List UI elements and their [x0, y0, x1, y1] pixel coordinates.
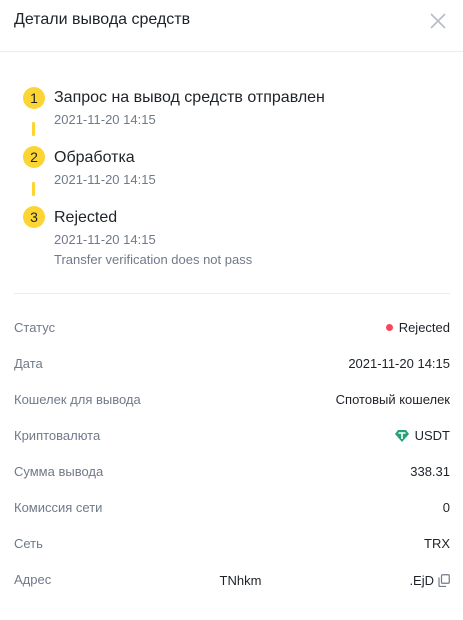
address-redacted	[265, 572, 406, 588]
step-2-time: 2021-11-20 14:15	[54, 172, 156, 187]
network-label: Сеть	[14, 536, 43, 551]
step-2-title: Обработка	[54, 149, 135, 166]
detail-row-date: Дата 2021-11-20 14:15	[14, 356, 450, 378]
amount-label: Сумма вывода	[14, 464, 104, 479]
detail-row-amount: Сумма вывода 338.31	[14, 464, 450, 486]
step-1-badge: 1	[23, 87, 45, 109]
divider	[14, 293, 450, 294]
date-label: Дата	[14, 356, 43, 371]
wallet-label: Кошелек для вывода	[14, 392, 141, 407]
step-1-title: Запрос на вывод средств отправлен	[54, 89, 325, 106]
status-label: Статус	[14, 320, 56, 335]
amount-value: 338.31	[410, 464, 450, 479]
step-3-badge: 3	[23, 206, 45, 228]
detail-row-network: Сеть TRX	[14, 536, 450, 558]
copy-icon[interactable]	[438, 573, 450, 587]
step-3-note: Transfer verification does not pass	[54, 252, 253, 267]
step-connector	[32, 182, 35, 196]
network-value: TRX	[424, 536, 450, 551]
detail-row-wallet: Кошелек для вывода Спотовый кошелек	[14, 392, 450, 414]
step-1-time: 2021-11-20 14:15	[54, 112, 156, 127]
step-3-title: Rejected	[54, 209, 118, 226]
address-value-end: .EjD	[409, 572, 434, 588]
status-dot-icon	[385, 324, 393, 331]
close-icon[interactable]	[428, 11, 448, 31]
tether-icon	[394, 429, 409, 442]
detail-row-address: Адрес TNhkm .EjD	[14, 572, 450, 594]
wallet-value: Спотовый кошелек	[335, 392, 450, 407]
detail-row-fee: Комиссия сети 0	[14, 500, 450, 522]
address-label: Адрес	[14, 572, 52, 587]
date-value: 2021-11-20 14:15	[348, 356, 450, 371]
crypto-label: Криптовалюта	[14, 428, 101, 443]
modal-header: Детали вывода средств	[0, 0, 463, 52]
address-value-start: TNhkm	[219, 572, 262, 588]
status-value: Rejected	[398, 320, 450, 335]
modal-title: Детали вывода средств	[14, 11, 191, 28]
step-connector	[32, 122, 35, 136]
fee-value: 0	[442, 500, 450, 515]
fee-label: Комиссия сети	[14, 500, 103, 515]
step-3-time: 2021-11-20 14:15	[54, 232, 156, 247]
detail-row-status: Статус Rejected	[14, 320, 450, 342]
step-2-badge: 2	[23, 146, 45, 168]
crypto-value: USDT	[414, 428, 450, 443]
detail-row-crypto: Криптовалюта USDT	[14, 428, 450, 450]
